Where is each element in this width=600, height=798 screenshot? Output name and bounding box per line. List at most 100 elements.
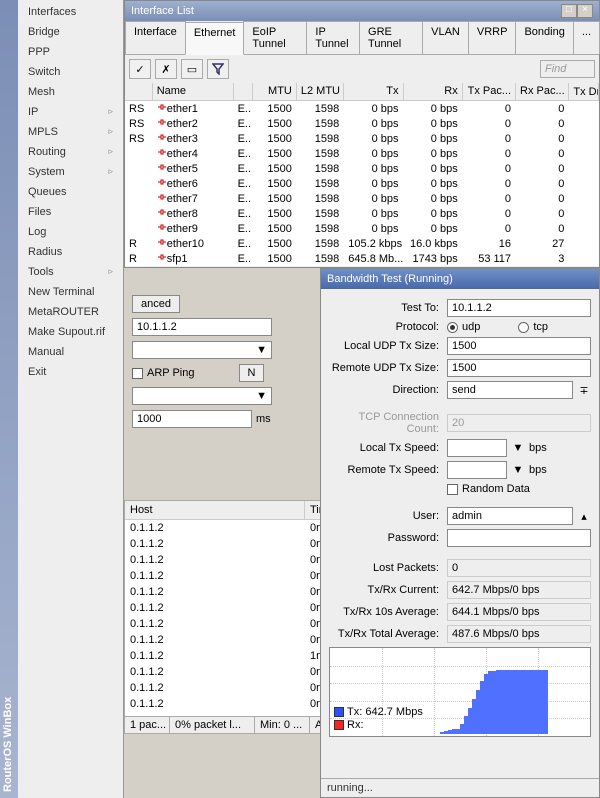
- txrx-10s-value: 644.1 Mbps/0 bps: [447, 603, 591, 621]
- ethernet-icon: [157, 132, 167, 142]
- interface-row[interactable]: RSether3E..150015980 bps0 bps00: [125, 131, 599, 146]
- txrx-current-value: 642.7 Mbps/0 bps: [447, 581, 591, 599]
- interface-row[interactable]: ether4E..150015980 bps0 bps00: [125, 146, 599, 161]
- sidebar-item-files[interactable]: Files: [18, 202, 123, 222]
- sidebar-item-manual[interactable]: Manual: [18, 342, 123, 362]
- n-button[interactable]: N: [239, 364, 265, 382]
- protocol-udp-radio[interactable]: [447, 322, 458, 333]
- txrx-10s-label: Tx/Rx 10s Average:: [329, 606, 443, 618]
- sidebar-item-make-supout-rif[interactable]: Make Supout.rif: [18, 322, 123, 342]
- ethernet-icon: [157, 207, 167, 217]
- legend-tx-label: Tx: 642.7 Mbps: [347, 706, 423, 718]
- user-clear-icon[interactable]: ▴: [577, 510, 591, 523]
- interface-row[interactable]: RSether1E..150015980 bps0 bps00: [125, 101, 599, 116]
- interface-row[interactable]: ether5E..150015980 bps0 bps00: [125, 161, 599, 176]
- tab-gre-tunnel[interactable]: GRE Tunnel: [359, 21, 423, 54]
- ping-interface-dropdown[interactable]: ▼: [132, 341, 272, 359]
- advanced-button[interactable]: anced: [132, 295, 180, 313]
- direction-select[interactable]: send: [447, 381, 573, 399]
- sidebar-item-bridge[interactable]: Bridge: [18, 22, 123, 42]
- txrx-total-value: 487.6 Mbps/0 bps: [447, 625, 591, 643]
- arp-ping-label: ARP Ping: [147, 367, 195, 379]
- ping-src-dropdown[interactable]: ▼: [132, 387, 272, 405]
- interface-grid-header[interactable]: Name MTU L2 MTU Tx Rx Tx Pac... Rx Pac..…: [125, 83, 599, 101]
- local-udp-label: Local UDP Tx Size:: [329, 340, 443, 352]
- interface-row[interactable]: ether7E..150015980 bps0 bps00: [125, 191, 599, 206]
- ethernet-icon: [157, 252, 167, 262]
- tab-vrrp[interactable]: VRRP: [468, 21, 517, 54]
- bandwidth-test-window: Bandwidth Test (Running) Test To: 10.1.1…: [320, 268, 600, 798]
- local-udp-input[interactable]: 1500: [447, 337, 591, 355]
- bandwidth-graph: Tx: 642.7 Mbps Rx:: [329, 647, 591, 737]
- detach-window-button[interactable]: □: [561, 4, 577, 18]
- interface-row[interactable]: Rsfp1E..15001598645.8 Mb...1743 bps53 11…: [125, 251, 599, 266]
- local-txs-clear-icon[interactable]: ▼: [511, 442, 525, 454]
- tab-eoip-tunnel[interactable]: EoIP Tunnel: [243, 21, 307, 54]
- sidebar-item-system[interactable]: System▹: [18, 162, 123, 182]
- ping-interval-input[interactable]: 1000: [132, 410, 252, 428]
- sidebar-item-ip[interactable]: IP▹: [18, 102, 123, 122]
- password-label: Password:: [329, 532, 443, 544]
- ethernet-icon: [157, 102, 167, 112]
- sidebar-item-log[interactable]: Log: [18, 222, 123, 242]
- sidebar-item-tools[interactable]: Tools▹: [18, 262, 123, 282]
- remote-txs-input[interactable]: [447, 461, 507, 479]
- interface-row[interactable]: ether9E..150015980 bps0 bps00: [125, 221, 599, 236]
- sidebar-item-metarouter[interactable]: MetaROUTER: [18, 302, 123, 322]
- local-txs-input[interactable]: [447, 439, 507, 457]
- sidebar-item-queues[interactable]: Queues: [18, 182, 123, 202]
- ethernet-icon: [157, 162, 167, 172]
- sidebar-item-exit[interactable]: Exit: [18, 362, 123, 382]
- ethernet-icon: [157, 222, 167, 232]
- txrx-current-label: Tx/Rx Current:: [329, 584, 443, 596]
- sidebar-item-ppp[interactable]: PPP: [18, 42, 123, 62]
- interface-row[interactable]: ether6E..150015980 bps0 bps00: [125, 176, 599, 191]
- arp-ping-checkbox[interactable]: [132, 368, 143, 379]
- interface-row[interactable]: RSether2E..150015980 bps0 bps00: [125, 116, 599, 131]
- tab-interface[interactable]: Interface: [125, 21, 186, 54]
- tab-ethernet[interactable]: Ethernet: [185, 22, 245, 55]
- sidebar-item-mpls[interactable]: MPLS▹: [18, 122, 123, 142]
- sidebar: InterfacesBridgePPPSwitchMeshIP▹MPLS▹Rou…: [18, 0, 124, 798]
- legend-rx-label: Rx:: [347, 719, 364, 731]
- ethernet-icon: [157, 147, 167, 157]
- interface-row[interactable]: Rether10E..15001598105.2 kbps16.0 kbps16…: [125, 236, 599, 251]
- remote-udp-input[interactable]: 1500: [447, 359, 591, 377]
- txrx-total-label: Tx/Rx Total Average:: [329, 628, 443, 640]
- local-txs-label: Local Tx Speed:: [329, 442, 443, 454]
- tcp-conn-label: TCP Connection Count:: [329, 411, 443, 435]
- remote-udp-label: Remote UDP Tx Size:: [329, 362, 443, 374]
- tab-bonding[interactable]: Bonding: [515, 21, 573, 54]
- enable-button[interactable]: ✓: [129, 59, 151, 79]
- protocol-label: Protocol:: [329, 321, 443, 333]
- ping-address-input[interactable]: 10.1.1.2: [132, 318, 272, 336]
- bandwidth-status: running...: [321, 778, 599, 797]
- password-input[interactable]: [447, 529, 591, 547]
- app-title-bar: RouterOS WinBox: [0, 0, 18, 798]
- direction-dropdown-icon[interactable]: ∓: [577, 384, 591, 397]
- sidebar-item-interfaces[interactable]: Interfaces: [18, 2, 123, 22]
- remote-txs-clear-icon[interactable]: ▼: [511, 464, 525, 476]
- find-input[interactable]: Find: [540, 60, 595, 78]
- user-label: User:: [329, 510, 443, 522]
- comment-button[interactable]: ▭: [181, 59, 203, 79]
- user-input[interactable]: admin: [447, 507, 573, 525]
- protocol-tcp-radio[interactable]: [518, 322, 529, 333]
- sidebar-item-new-terminal[interactable]: New Terminal: [18, 282, 123, 302]
- interface-list-title: Interface List: [131, 5, 194, 17]
- filter-button[interactable]: [207, 59, 229, 79]
- test-to-input[interactable]: 10.1.1.2: [447, 299, 591, 317]
- close-window-button[interactable]: ×: [577, 4, 593, 18]
- sidebar-item-mesh[interactable]: Mesh: [18, 82, 123, 102]
- sidebar-item-switch[interactable]: Switch: [18, 62, 123, 82]
- sidebar-item-routing[interactable]: Routing▹: [18, 142, 123, 162]
- ethernet-icon: [157, 237, 167, 247]
- disable-button[interactable]: ✗: [155, 59, 177, 79]
- tab-ip-tunnel[interactable]: IP Tunnel: [306, 21, 360, 54]
- tab--[interactable]: ...: [573, 21, 600, 54]
- tab-vlan[interactable]: VLAN: [422, 21, 469, 54]
- interface-row[interactable]: ether8E..150015980 bps0 bps00: [125, 206, 599, 221]
- random-data-checkbox[interactable]: [447, 484, 458, 495]
- test-to-label: Test To:: [329, 302, 443, 314]
- sidebar-item-radius[interactable]: Radius: [18, 242, 123, 262]
